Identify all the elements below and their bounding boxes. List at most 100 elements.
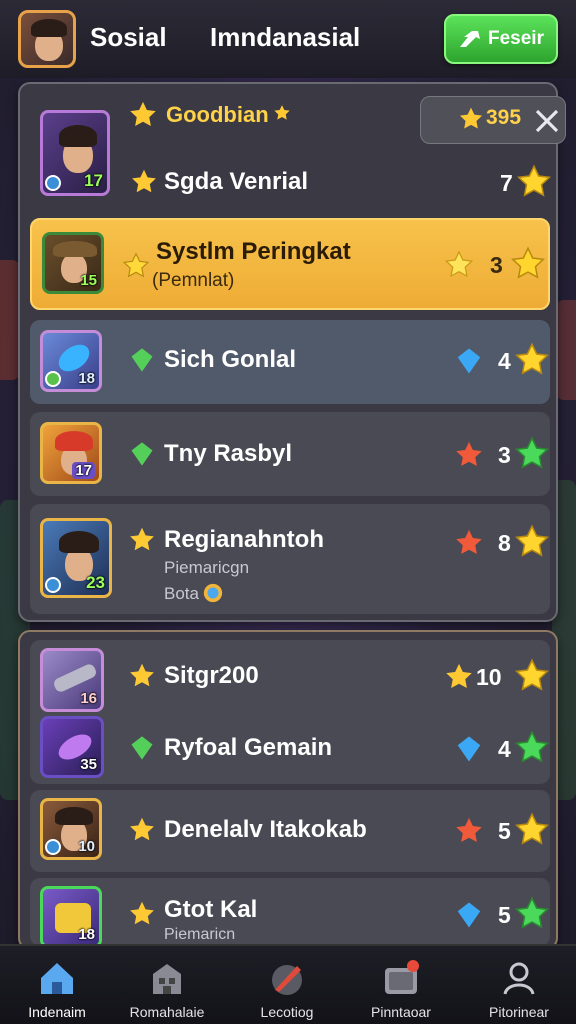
star-icon bbox=[514, 812, 550, 848]
rank-number: 5 bbox=[498, 818, 511, 844]
player-level: 35 bbox=[80, 756, 97, 773]
background-decor bbox=[0, 260, 20, 380]
star-icon bbox=[128, 900, 156, 928]
avatar-hat bbox=[53, 241, 97, 257]
rank-number: 5 bbox=[498, 902, 511, 928]
player-avatar[interactable]: 17 bbox=[40, 110, 110, 196]
player-level: 17 bbox=[72, 462, 95, 479]
refresh-button[interactable]: Feseir bbox=[444, 14, 558, 64]
nav-label: Lecotiog bbox=[260, 1004, 314, 1020]
tab-social[interactable]: Sosial bbox=[90, 22, 167, 53]
player-subtitle: Piemaricn bbox=[164, 926, 236, 943]
star-icon bbox=[444, 662, 474, 692]
leaderboard-row-highlighted[interactable]: 15 Systlm Peringkat (Pemnlat) 3 bbox=[30, 218, 550, 310]
star-icon bbox=[514, 342, 550, 378]
refresh-label: Feseir bbox=[488, 28, 544, 49]
avatar-hair bbox=[55, 807, 93, 825]
player-subtitle-2: Bota bbox=[164, 584, 199, 603]
item-avatar[interactable]: 35 bbox=[40, 716, 104, 778]
leaderboard-panel: 17 Goodbian 395 Sgda Venrial 7 15 Systlm… bbox=[18, 82, 566, 622]
star-icon bbox=[122, 252, 150, 280]
leaderboard-row[interactable]: 17 Tny Rasbyl 3 bbox=[30, 412, 550, 496]
player-name: Systlm Peringkat bbox=[156, 238, 351, 265]
rank-number: 7 bbox=[500, 170, 513, 196]
gem-icon bbox=[454, 900, 484, 930]
player-avatar: 17 bbox=[40, 422, 102, 484]
star-icon bbox=[458, 106, 484, 132]
player-name: Regianahntoh bbox=[164, 526, 324, 553]
leaderboard-row-group: 16 Sitgr200 10 35 Ryfoal Gemain 4 bbox=[30, 640, 550, 784]
rank-badge-icon bbox=[45, 577, 61, 593]
top-bar: Sosial Imndanasial Feseir bbox=[0, 0, 576, 78]
star-icon bbox=[128, 100, 158, 130]
panel-title: Goodbian bbox=[166, 102, 269, 127]
gem-icon bbox=[454, 346, 484, 376]
sword-icon bbox=[52, 662, 98, 694]
star-icon bbox=[514, 896, 550, 932]
nav-inventory[interactable]: Pinntaoar bbox=[346, 952, 456, 1024]
player-level: 10 bbox=[78, 838, 95, 855]
leaderboard-row[interactable]: 10 Denelalv Itakokab 5 bbox=[30, 790, 550, 872]
close-icon[interactable] bbox=[532, 106, 562, 136]
rank-badge-icon bbox=[45, 175, 61, 191]
nav-profile[interactable]: Pitorinear bbox=[464, 952, 574, 1024]
star-icon bbox=[514, 730, 550, 766]
player-name: Sgda Venrial bbox=[164, 168, 309, 195]
player-name: Sich Gonlal bbox=[164, 346, 297, 373]
star-icon bbox=[514, 658, 550, 694]
sword-icon bbox=[272, 965, 302, 995]
nav-battle[interactable]: Lecotiog bbox=[232, 952, 342, 1024]
leaderboard-row[interactable]: 18 Sich Gonlal 4 bbox=[30, 320, 550, 404]
avatar-hair bbox=[59, 125, 97, 147]
star-icon bbox=[128, 816, 156, 844]
item-avatar: 18 bbox=[40, 330, 102, 392]
nav-label: Pitorinear bbox=[489, 1004, 549, 1020]
leaderboard-row[interactable]: 18 Gtot Kal Piemaricn 5 bbox=[30, 878, 550, 948]
nav-label: Indenaim bbox=[28, 1004, 86, 1020]
star-icon bbox=[444, 250, 474, 280]
player-level: 23 bbox=[86, 573, 105, 592]
nav-label: Pinntaoar bbox=[371, 1004, 431, 1020]
player-name: Sitgr200 bbox=[164, 662, 259, 689]
star-icon bbox=[454, 440, 484, 470]
avatar-hair bbox=[31, 19, 67, 37]
emblem-icon bbox=[203, 583, 223, 603]
rank-badge-icon bbox=[45, 371, 61, 387]
gem-icon bbox=[128, 440, 156, 468]
rank-number: 8 bbox=[498, 530, 511, 556]
rank-number: 3 bbox=[490, 252, 503, 278]
item-avatar[interactable]: 16 bbox=[40, 648, 104, 712]
home-icon bbox=[41, 963, 73, 994]
star-icon bbox=[128, 662, 156, 690]
star-icon bbox=[514, 436, 550, 472]
player-avatar: 10 bbox=[40, 798, 102, 860]
player-avatar: 23 bbox=[40, 518, 112, 598]
nav-label: Romahalaie bbox=[129, 1004, 205, 1020]
rank-number: 4 bbox=[498, 736, 511, 762]
star-icon bbox=[273, 104, 291, 122]
player-avatar[interactable] bbox=[18, 10, 76, 68]
player-name: Ryfoal Gemain bbox=[164, 734, 333, 761]
player-level: 17 bbox=[84, 171, 103, 190]
profile-icon bbox=[503, 962, 535, 995]
star-icon bbox=[128, 526, 156, 554]
player-name: Denelalv Itakokab bbox=[164, 816, 367, 843]
avatar-hair bbox=[55, 431, 93, 451]
nav-shop[interactable]: Romahalaie bbox=[112, 952, 222, 1024]
leaderboard-header: 17 Goodbian 395 Sgda Venrial 7 bbox=[30, 90, 566, 200]
gem-icon bbox=[128, 734, 156, 762]
nav-home[interactable]: Indenaim bbox=[2, 952, 112, 1024]
player-name: Tny Rasbyl bbox=[164, 440, 293, 467]
item-avatar: 18 bbox=[40, 886, 102, 948]
total-score: 395 bbox=[486, 106, 522, 129]
tab-individual[interactable]: Imndanasial bbox=[210, 22, 360, 53]
player-level: 18 bbox=[78, 370, 95, 387]
bottom-nav: Indenaim Romahalaie Lecotiog Pinntaoar P… bbox=[0, 944, 576, 1024]
rank-badge-icon bbox=[45, 839, 61, 855]
chest-icon bbox=[385, 960, 419, 994]
star-icon bbox=[130, 168, 158, 196]
leaderboard-row[interactable]: 23 Regianahntoh Piemaricgn Bota 8 bbox=[30, 504, 550, 614]
player-level: 18 bbox=[78, 926, 95, 943]
star-icon bbox=[516, 164, 552, 200]
player-avatar: 15 bbox=[42, 232, 104, 294]
